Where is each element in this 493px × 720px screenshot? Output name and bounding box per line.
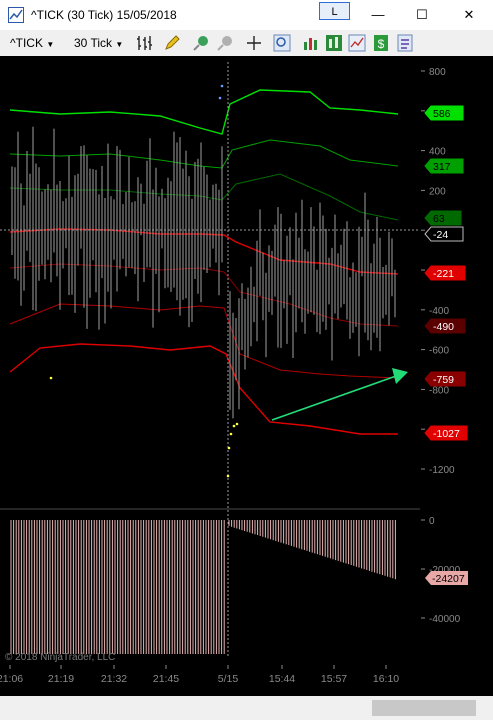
chevron-down-icon: ▼ [46, 40, 55, 49]
crosshair-icon[interactable] [245, 34, 263, 52]
time-tick-label: 15:44 [269, 673, 295, 685]
title-bar: ^TICK (30 Tick) 15/05/2018 L — ☐ ✕ [0, 0, 493, 30]
price-marker: -759 [424, 371, 466, 387]
price-marker-text: -759 [433, 374, 454, 386]
magnifier-icon[interactable] [273, 34, 291, 52]
signal-dot [226, 474, 230, 478]
price-marker-text: 317 [433, 161, 451, 173]
signal-dot [220, 84, 224, 88]
properties-icon[interactable] [396, 34, 414, 52]
price-marker: 317 [424, 158, 464, 174]
signal-dot [235, 422, 239, 426]
interval-selector[interactable]: 30 Tick ▼ [74, 34, 123, 52]
chevron-down-icon: ▼ [115, 40, 124, 49]
signal-dot [49, 376, 53, 380]
chart-toolbar: ^TICK ▼ 30 Tick ▼ $ [0, 30, 493, 57]
svg-text:$: $ [378, 37, 385, 51]
time-tick-label: 21:19 [48, 673, 74, 685]
price-marker-text: -221 [433, 268, 454, 280]
horizontal-scrollbar[interactable] [0, 696, 493, 720]
time-tick-label: 15:57 [321, 673, 347, 685]
time-tick-label: 16:10 [373, 673, 399, 685]
price-axis: 8006004002000-200-400-600-800-1000-12000… [421, 67, 461, 625]
axis-tick-label: -1200 [429, 465, 455, 476]
price-marker: -24 [424, 226, 464, 242]
band-line [9, 303, 399, 379]
axis-tick-label: 200 [429, 186, 446, 197]
axis-tick-label: 800 [429, 67, 446, 78]
copyright-text: © 2018 NinjaTrader, LLC [5, 652, 115, 663]
price-marker: 586 [424, 105, 464, 121]
scrollbar-thumb[interactable] [372, 700, 476, 716]
link-button[interactable]: L [319, 2, 350, 20]
chart-canvas[interactable]: 8006004002000-200-400-600-800-1000-12000… [0, 56, 493, 696]
signal-dot [227, 446, 231, 450]
indicators-icon[interactable] [302, 34, 320, 52]
window-title: ^TICK (30 Tick) 15/05/2018 [31, 8, 177, 22]
price-marker-text: 586 [433, 108, 451, 120]
band-line [9, 89, 399, 135]
chart-app-icon [8, 7, 24, 23]
zoom-in-icon[interactable] [192, 34, 210, 52]
time-axis: 21:06 21:19 21:32 21:45 5/15 15:44 15:57 16:10 [0, 665, 399, 685]
band-line [9, 343, 398, 435]
time-tick-label: 21:32 [101, 673, 127, 685]
instrument-label: ^TICK [10, 36, 43, 50]
strategies-icon[interactable] [325, 34, 343, 52]
price-marker: -221 [424, 265, 466, 281]
chart-style-icon[interactable] [348, 34, 366, 52]
axis-tick-label: -800 [429, 385, 449, 396]
band-line [9, 139, 399, 169]
price-marker-text: 63 [433, 213, 445, 225]
axis-tick-label: 400 [429, 147, 446, 158]
signal-dot [232, 424, 236, 428]
band-line [9, 263, 399, 327]
cumulative-marker: -24207 [425, 571, 468, 585]
price-marker-text: -24 [433, 229, 448, 241]
zoom-out-icon[interactable] [216, 34, 234, 52]
close-button[interactable]: ✕ [457, 5, 481, 25]
axis-tick-label: -40000 [429, 614, 461, 625]
pencil-icon[interactable] [163, 34, 181, 52]
axis-tick-label: -600 [429, 346, 449, 357]
time-tick-label: 21:45 [153, 673, 179, 685]
price-marker: -1027 [424, 425, 468, 441]
time-tick-label: 5/15 [218, 673, 239, 685]
bar-type-icon[interactable] [136, 34, 154, 52]
interval-label: 30 Tick [74, 36, 113, 50]
chart-panel[interactable]: 8006004002000-200-400-600-800-1000-12000… [0, 56, 493, 696]
signal-dot [229, 432, 233, 436]
dollar-icon[interactable]: $ [372, 34, 390, 52]
cumulative-tick-bars [10, 520, 396, 654]
price-marker-text: -1027 [433, 428, 460, 440]
price-marker: -490 [424, 318, 466, 334]
tick-bars [11, 126, 396, 419]
axis-tick-label: -400 [429, 306, 449, 317]
price-marker: 63 [424, 210, 462, 226]
minimize-button[interactable]: — [366, 5, 390, 25]
signal-dot [218, 96, 222, 100]
maximize-button[interactable]: ☐ [410, 5, 434, 25]
cumulative-marker-text: -24207 [432, 573, 465, 585]
axis-tick-label: 0 [429, 516, 435, 527]
price-marker-text: -490 [433, 321, 454, 333]
time-tick-label: 21:06 [0, 673, 23, 685]
instrument-selector[interactable]: ^TICK ▼ [10, 34, 54, 52]
